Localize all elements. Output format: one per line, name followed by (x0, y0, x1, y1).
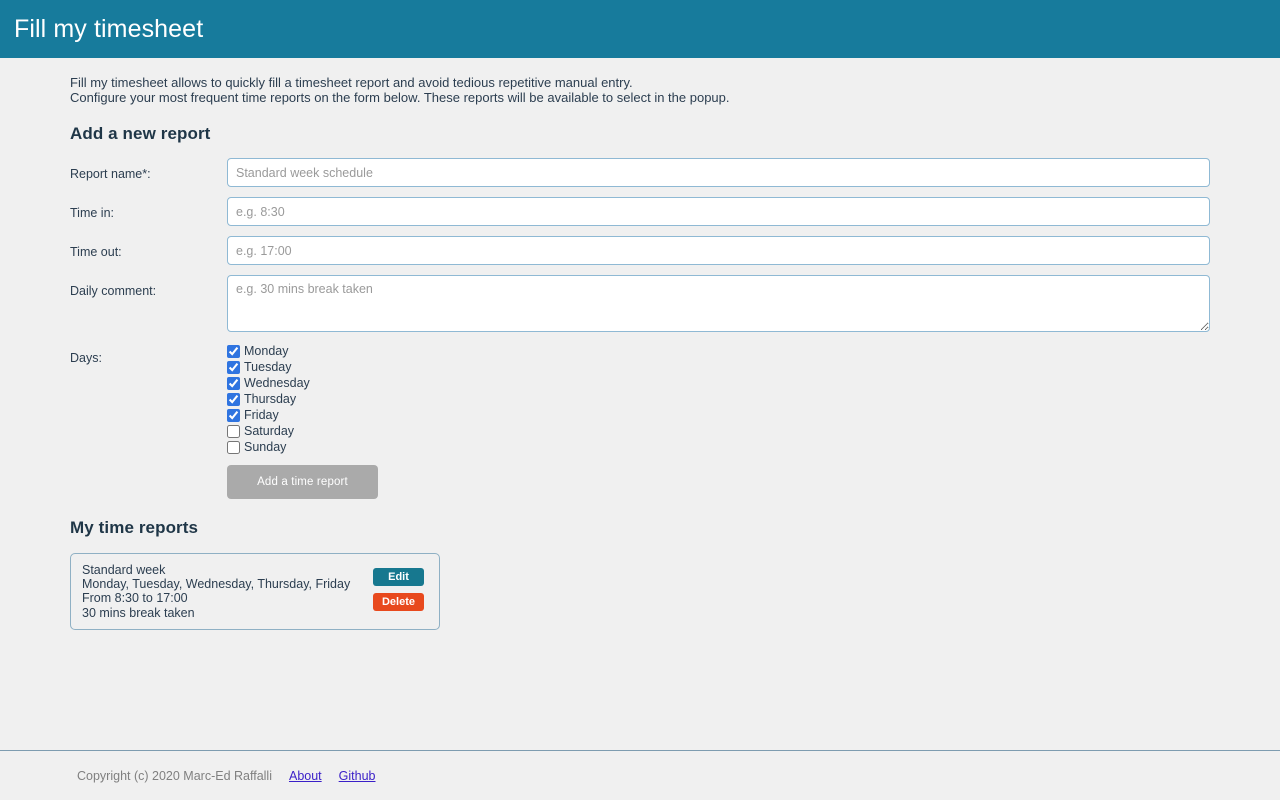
report-info: Standard week Monday, Tuesday, Wednesday… (82, 563, 350, 620)
daily-comment-textarea[interactable] (227, 275, 1210, 332)
time-in-label: Time in: (70, 197, 227, 220)
day-label-saturday[interactable]: Saturday (244, 424, 294, 438)
day-checkbox-saturday[interactable] (227, 425, 240, 438)
day-item-friday[interactable]: Friday (227, 407, 1210, 423)
add-time-report-button[interactable]: Add a time report (227, 465, 378, 499)
day-item-wednesday[interactable]: Wednesday (227, 375, 1210, 391)
day-label-wednesday[interactable]: Wednesday (244, 376, 310, 390)
footer-link-github[interactable]: Github (339, 769, 376, 783)
intro-line-2: Configure your most frequent time report… (70, 91, 1210, 106)
app-header: Fill my timesheet (0, 0, 1280, 58)
days-label: Days: (70, 342, 227, 365)
page-root: Fill my timesheet Fill my timesheet allo… (0, 0, 1280, 800)
app-title: Fill my timesheet (14, 17, 203, 42)
report-card: Standard week Monday, Tuesday, Wednesday… (70, 553, 440, 630)
copyright-text: Copyright (c) 2020 Marc-Ed Raffalli (77, 769, 272, 783)
edit-report-button[interactable]: Edit (373, 568, 424, 586)
day-label-tuesday[interactable]: Tuesday (244, 360, 291, 374)
report-actions: Edit Delete (373, 563, 429, 611)
day-checkbox-wednesday[interactable] (227, 377, 240, 390)
report-days: Monday, Tuesday, Wednesday, Thursday, Fr… (82, 577, 350, 591)
day-checkbox-sunday[interactable] (227, 441, 240, 454)
day-label-friday[interactable]: Friday (244, 408, 279, 422)
day-label-thursday[interactable]: Thursday (244, 392, 296, 406)
day-checkbox-thursday[interactable] (227, 393, 240, 406)
report-comment: 30 mins break taken (82, 606, 350, 620)
my-time-reports-title: My time reports (70, 518, 1210, 538)
footer-link-about[interactable]: About (289, 769, 322, 783)
report-time-range: From 8:30 to 17:00 (82, 591, 350, 605)
time-in-input[interactable] (227, 197, 1210, 226)
page-footer: Copyright (c) 2020 Marc-Ed Raffalli Abou… (0, 750, 1280, 800)
day-item-sunday[interactable]: Sunday (227, 439, 1210, 455)
report-name-input[interactable] (227, 158, 1210, 187)
day-checkbox-friday[interactable] (227, 409, 240, 422)
intro-line-1: Fill my timesheet allows to quickly fill… (70, 76, 1210, 91)
intro-text: Fill my timesheet allows to quickly fill… (70, 76, 1210, 105)
time-out-input[interactable] (227, 236, 1210, 265)
day-item-tuesday[interactable]: Tuesday (227, 359, 1210, 375)
day-label-monday[interactable]: Monday (244, 344, 288, 358)
add-report-form: Report name*: Time in: Time out: (70, 158, 1210, 499)
report-name-label: Report name*: (70, 158, 227, 181)
form-row-days: Days: Monday Tuesday (70, 342, 1210, 499)
form-row-time-out: Time out: (70, 236, 1210, 265)
main-content: Fill my timesheet allows to quickly fill… (0, 58, 1280, 750)
report-name: Standard week (82, 563, 350, 577)
form-row-daily-comment: Daily comment: (70, 275, 1210, 332)
day-item-thursday[interactable]: Thursday (227, 391, 1210, 407)
add-report-title: Add a new report (70, 124, 1210, 144)
form-row-report-name: Report name*: (70, 158, 1210, 187)
day-checkbox-tuesday[interactable] (227, 361, 240, 374)
days-checkbox-list: Monday Tuesday Wednesday (227, 343, 1210, 455)
delete-report-button[interactable]: Delete (373, 593, 424, 611)
day-label-sunday[interactable]: Sunday (244, 440, 286, 454)
day-item-monday[interactable]: Monday (227, 343, 1210, 359)
time-out-label: Time out: (70, 236, 227, 259)
day-checkbox-monday[interactable] (227, 345, 240, 358)
form-row-time-in: Time in: (70, 197, 1210, 226)
daily-comment-label: Daily comment: (70, 275, 227, 298)
day-item-saturday[interactable]: Saturday (227, 423, 1210, 439)
